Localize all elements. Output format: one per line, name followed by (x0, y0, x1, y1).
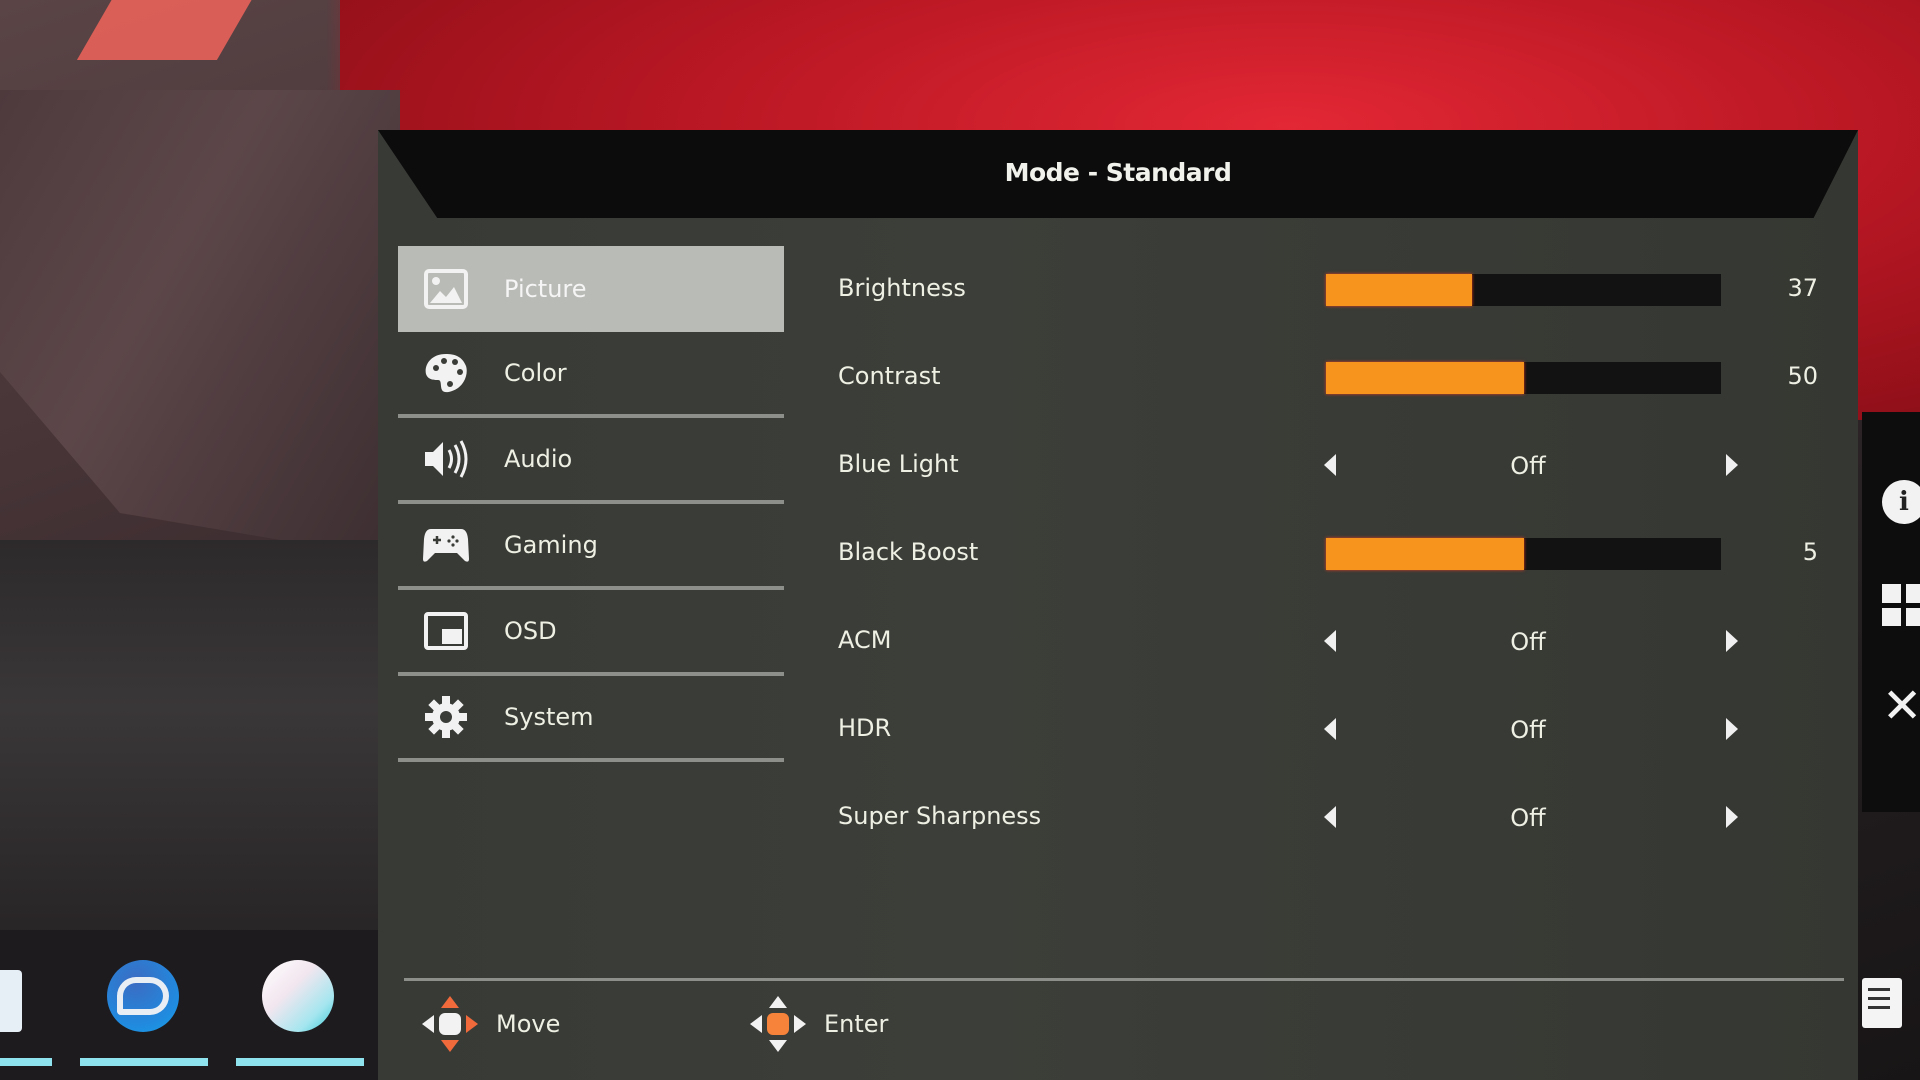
menu-item-picture[interactable]: Picture (398, 246, 784, 332)
osd-window-icon (422, 607, 470, 655)
menu-item-color[interactable]: Color (398, 332, 784, 418)
slider-fill (1326, 274, 1473, 306)
slider-fill (1326, 362, 1524, 394)
speaker-icon (422, 435, 470, 483)
contrast-slider[interactable] (1326, 362, 1721, 394)
dpad-move-icon (422, 996, 478, 1052)
setting-contrast[interactable]: Contrast 50 (838, 334, 1838, 422)
menu-item-label: OSD (504, 617, 557, 645)
slider-fill (1326, 538, 1524, 570)
taskbar-indicator (236, 1058, 364, 1066)
slider-value: 37 (1787, 274, 1818, 302)
brightness-slider[interactable] (1326, 274, 1721, 306)
taskbar-indicator (0, 1058, 52, 1066)
footer-divider (404, 978, 1844, 981)
menu-item-label: Audio (504, 445, 573, 473)
setting-label: ACM (838, 626, 892, 654)
osd-menu: Picture Color Audio Gaming OSD System (398, 246, 784, 762)
menu-item-system[interactable]: System (398, 676, 784, 762)
arrow-left-icon[interactable] (1324, 630, 1336, 652)
info-icon[interactable]: i (1882, 480, 1920, 524)
setting-label: Brightness (838, 274, 966, 302)
arrow-left-icon[interactable] (1324, 718, 1336, 740)
footer-enter-hint: Enter (750, 996, 888, 1052)
gear-icon (422, 693, 470, 741)
slider-value: 5 (1802, 538, 1818, 566)
notes-icon[interactable] (1862, 978, 1902, 1028)
setting-label: Contrast (838, 362, 941, 390)
osd-title: Mode - Standard (1004, 158, 1232, 187)
osd-title-bar: Mode - Standard (378, 130, 1858, 218)
setting-super-sharpness[interactable]: Super Sharpness Off (838, 774, 1838, 862)
move-label: Move (496, 1010, 561, 1038)
menu-item-osd[interactable]: OSD (398, 590, 784, 676)
wallpaper-floor (0, 540, 400, 960)
settings-list: Brightness 37 Contrast 50 Blue Light Off… (838, 246, 1838, 862)
close-icon[interactable]: ✕ (1882, 682, 1920, 730)
setting-black-boost[interactable]: Black Boost 5 (838, 510, 1838, 598)
slider-value: 50 (1787, 362, 1818, 390)
option-value: Off (1510, 804, 1546, 832)
steam-icon[interactable] (107, 960, 179, 1032)
arrow-right-icon[interactable] (1726, 454, 1738, 476)
arrow-right-icon[interactable] (1726, 806, 1738, 828)
arrow-right-icon[interactable] (1726, 718, 1738, 740)
menu-item-label: Picture (504, 275, 587, 303)
setting-hdr[interactable]: HDR Off (838, 686, 1838, 774)
arrow-left-icon[interactable] (1324, 806, 1336, 828)
osd-panel: Mode - Standard Picture Color Audio Gami… (378, 130, 1858, 1080)
app-orb-icon[interactable] (262, 960, 334, 1032)
picture-icon (422, 265, 470, 313)
setting-brightness[interactable]: Brightness 37 (838, 246, 1838, 334)
taskbar (0, 930, 390, 1080)
setting-blue-light[interactable]: Blue Light Off (838, 422, 1838, 510)
option-value: Off (1510, 452, 1546, 480)
dpad-enter-icon (750, 996, 806, 1052)
menu-item-label: Gaming (504, 531, 598, 559)
arrow-left-icon[interactable] (1324, 454, 1336, 476)
arrow-right-icon[interactable] (1726, 630, 1738, 652)
menu-item-label: Color (504, 359, 567, 387)
black-boost-slider[interactable] (1326, 538, 1721, 570)
palette-icon (422, 349, 470, 397)
menu-item-label: System (504, 703, 594, 731)
wallpaper-dark-shape (0, 90, 400, 560)
setting-label: Blue Light (838, 450, 959, 478)
option-value: Off (1510, 628, 1546, 656)
setting-label: Super Sharpness (838, 802, 1042, 830)
setting-acm[interactable]: ACM Off (838, 598, 1838, 686)
menu-item-gaming[interactable]: Gaming (398, 504, 784, 590)
grid-icon[interactable] (1882, 584, 1920, 626)
gamepad-icon (422, 521, 470, 569)
side-toolbar: i ✕ (1862, 412, 1920, 812)
menu-item-audio[interactable]: Audio (398, 418, 784, 504)
setting-label: HDR (838, 714, 892, 742)
option-value: Off (1510, 716, 1546, 744)
file-icon[interactable] (0, 970, 22, 1032)
setting-label: Black Boost (838, 538, 979, 566)
footer-move-hint: Move (422, 996, 560, 1052)
enter-label: Enter (824, 1010, 889, 1038)
taskbar-indicator (80, 1058, 208, 1066)
